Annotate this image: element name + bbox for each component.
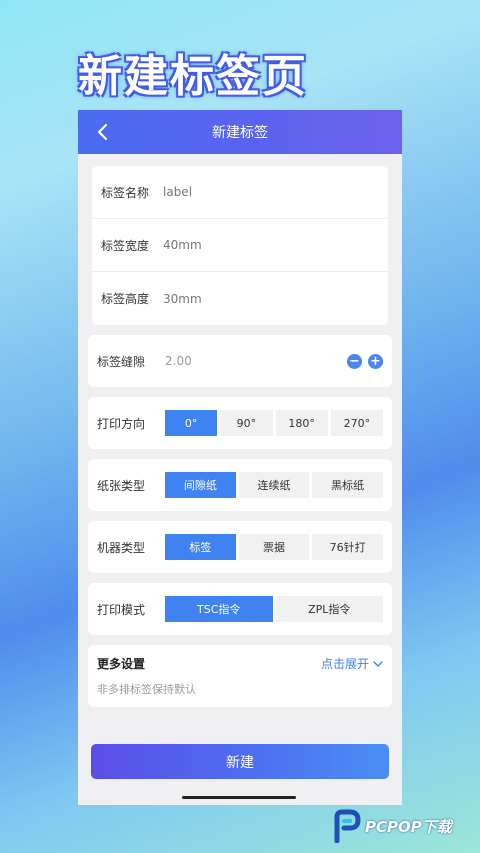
field-row-height: 标签高度	[92, 272, 388, 325]
label-height-input[interactable]	[163, 291, 313, 306]
expand-label: 点击展开	[320, 657, 369, 671]
gap-value[interactable]: 2.00	[165, 354, 341, 368]
paper-option-continuous[interactable]: 连续纸	[238, 472, 310, 498]
direction-option-0[interactable]: 0°	[165, 410, 218, 436]
direction-option-90[interactable]: 90°	[220, 410, 273, 436]
machine-option-label[interactable]: 标签	[165, 534, 236, 560]
paper-label: 纸张类型	[97, 478, 146, 493]
increase-gap-button[interactable]: +	[368, 353, 383, 369]
field-row-name: 标签名称	[92, 166, 388, 219]
watermark-text: PCPOP下载	[365, 817, 452, 836]
label-width-label: 标签宽度	[101, 238, 150, 253]
watermark: PCPOP下载	[331, 809, 452, 843]
direction-card: 打印方向 0° 90° 180° 270°	[88, 397, 392, 449]
create-button[interactable]: 新建	[91, 744, 389, 779]
gap-label: 标签缝隙	[97, 354, 146, 369]
mode-card: 打印模式 TSC指令 ZPL指令	[88, 583, 392, 635]
hero-title: 新建标签页	[78, 51, 308, 102]
app-bar: 新建标签	[78, 110, 402, 154]
more-settings-hint: 非多排标签保持默认	[97, 683, 196, 696]
chevron-down-icon	[373, 660, 383, 667]
paper-segmented-control: 间隙纸 连续纸 黑标纸	[165, 472, 384, 498]
machine-option-receipt[interactable]: 票据	[238, 534, 310, 560]
pcpop-logo-icon	[334, 809, 361, 843]
expand-link[interactable]: 点击展开	[321, 655, 383, 672]
direction-option-180[interactable]: 180°	[275, 410, 328, 436]
decrease-gap-button[interactable]: −	[347, 353, 362, 369]
chevron-left-icon	[97, 124, 108, 140]
direction-option-270[interactable]: 270°	[330, 410, 383, 436]
back-button[interactable]	[90, 118, 116, 146]
paper-card: 纸张类型 间隙纸 连续纸 黑标纸	[88, 459, 392, 511]
page-title: 新建标签	[212, 125, 268, 141]
phone-screen: 新建标签 标签名称 标签宽度 标签高度 标签缝隙 2.00 − + 打印方向 0…	[78, 110, 402, 805]
label-width-input[interactable]	[163, 238, 313, 252]
paper-option-gap[interactable]: 间隙纸	[165, 472, 236, 498]
label-name-input[interactable]	[163, 185, 313, 199]
mode-segmented-control: TSC指令 ZPL指令	[165, 596, 383, 622]
machine-segmented-control: 标签 票据 76针打	[165, 534, 384, 560]
machine-option-dotmatrix[interactable]: 76针打	[312, 534, 384, 560]
home-indicator	[182, 796, 296, 799]
machine-label: 机器类型	[97, 540, 146, 555]
more-settings-card: 更多设置 点击展开 非多排标签保持默认	[88, 645, 392, 707]
paper-option-blackmark[interactable]: 黑标纸	[312, 472, 384, 498]
mode-option-tsc[interactable]: TSC指令	[165, 596, 273, 622]
direction-label: 打印方向	[97, 416, 146, 431]
mode-option-zpl[interactable]: ZPL指令	[275, 596, 383, 622]
direction-segmented-control: 0° 90° 180° 270°	[165, 410, 383, 436]
gap-card: 标签缝隙 2.00 − +	[88, 335, 392, 387]
machine-card: 机器类型 标签 票据 76针打	[88, 521, 392, 573]
mode-label: 打印模式	[97, 602, 146, 617]
label-name-label: 标签名称	[101, 185, 150, 200]
label-height-label: 标签高度	[101, 292, 150, 306]
size-card: 标签名称 标签宽度 标签高度	[92, 166, 388, 325]
field-row-width: 标签宽度	[92, 219, 388, 272]
